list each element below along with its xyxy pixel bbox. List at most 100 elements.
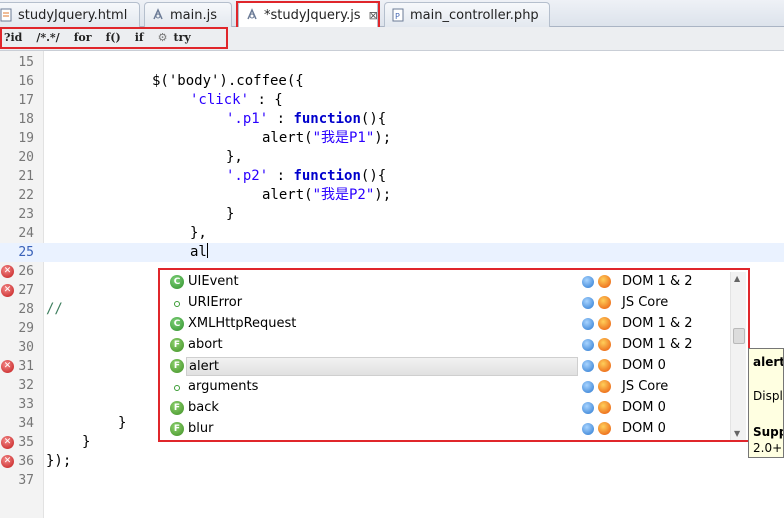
code-text: }: [226, 206, 235, 222]
completion-item[interactable]: arguments JS Core: [162, 377, 732, 398]
line-number: 28: [18, 302, 34, 317]
code-line: 21 '.p2' : function(){: [0, 167, 784, 186]
code-comment: //: [46, 301, 63, 317]
line-number: 24: [18, 226, 34, 241]
tab-label: main.js: [170, 7, 217, 23]
completion-item[interactable]: Fabort DOM 1 & 2: [162, 335, 732, 356]
js-file-icon: [245, 8, 259, 22]
completion-item-name: UIEvent: [188, 274, 239, 289]
template-gear-icon[interactable]: ⚙: [158, 31, 168, 44]
code-text: });: [46, 453, 72, 469]
completion-item-library: DOM 0: [622, 358, 666, 373]
tab-studyjquery-html[interactable]: studyJquery.html: [0, 2, 140, 27]
code-line: 22 alert("我是P2");: [0, 186, 784, 205]
code-text: 'click' : {: [190, 92, 283, 108]
tab-label: studyJquery.html: [18, 7, 128, 23]
completion-item-library: JS Core: [622, 295, 669, 310]
template-for[interactable]: for: [74, 31, 92, 44]
line-number: 34: [18, 416, 34, 431]
template-id[interactable]: ?id: [4, 31, 22, 44]
class-icon: C: [170, 317, 184, 331]
tab-studyjquery-js[interactable]: *studyJquery.js ⊠: [238, 1, 378, 28]
template-function[interactable]: f(): [106, 31, 121, 44]
ie-browser-icon: [582, 402, 594, 414]
doc-title: alert: [753, 355, 784, 369]
firefox-browser-icon: [598, 275, 611, 288]
line-number: 35: [18, 435, 34, 450]
completion-item[interactable]: C UIEvent DOM 1 & 2: [162, 272, 732, 293]
code-text: alert("我是P1");: [262, 130, 392, 146]
code-text: },: [190, 225, 207, 241]
template-comment[interactable]: /*.*/: [36, 31, 59, 44]
line-number: 17: [18, 93, 34, 108]
line-number: 26: [18, 264, 34, 279]
template-if[interactable]: if: [135, 31, 144, 44]
code-text: '.p2' : function(){: [226, 168, 387, 184]
property-icon: [174, 301, 180, 307]
code-line: 20 },: [0, 148, 784, 167]
scroll-up-icon[interactable]: ▲: [734, 274, 740, 283]
ie-browser-icon: [582, 360, 594, 372]
editor-tab-bar: studyJquery.html main.js *studyJquery.js…: [0, 0, 784, 28]
completion-item-library: DOM 1 & 2: [622, 274, 693, 289]
completion-item[interactable]: Fblur DOM 0: [162, 419, 732, 440]
line-number: 19: [18, 131, 34, 146]
completion-item-name: blur: [188, 421, 214, 436]
ie-browser-icon: [582, 381, 594, 393]
scroll-thumb[interactable]: [733, 328, 745, 344]
line-number: 18: [18, 112, 34, 127]
completion-item[interactable]: Fback DOM 0: [162, 398, 732, 419]
line-number: 30: [18, 340, 34, 355]
ie-browser-icon: [582, 297, 594, 309]
tab-main-js[interactable]: main.js: [144, 2, 232, 27]
line-number: 36: [18, 454, 34, 469]
template-try[interactable]: try: [174, 31, 191, 44]
content-assist-popup[interactable]: C UIEvent DOM 1 & 2 URIError JS Core C XMLHttp…: [158, 268, 750, 442]
completion-item-name: XMLHttpRequest: [188, 316, 297, 331]
html-file-icon: [0, 8, 13, 22]
scroll-down-icon[interactable]: ▼: [734, 429, 740, 438]
line-number: 25: [18, 245, 34, 260]
completion-item-name: alert: [186, 357, 578, 376]
completion-item[interactable]: Falert DOM 0: [162, 356, 732, 377]
code-text: alert("我是P2");: [262, 187, 392, 203]
firefox-browser-icon: [598, 401, 611, 414]
template-items: ?id /*.*/ for f() if ⚙ try: [4, 31, 205, 44]
completion-doc-popup: alert Displa Suppo 2.0+,: [748, 348, 784, 458]
completion-item[interactable]: URIError JS Core: [162, 293, 732, 314]
line-number: 27: [18, 283, 34, 298]
completion-item[interactable]: C XMLHttpRequest DOM 1 & 2: [162, 314, 732, 335]
line-number: 15: [18, 55, 34, 70]
firefox-browser-icon: [598, 317, 611, 330]
completion-item-library: DOM 0: [622, 421, 666, 436]
completion-item-name: URIError: [188, 295, 243, 310]
code-line: 17 'click' : {: [0, 91, 784, 110]
line-number: 20: [18, 150, 34, 165]
firefox-browser-icon: [598, 338, 611, 351]
close-tab-icon[interactable]: ⊠: [369, 9, 378, 22]
completion-list[interactable]: C UIEvent DOM 1 & 2 URIError JS Core C XMLHttp…: [162, 272, 744, 440]
doc-support-label: Suppo: [753, 425, 783, 439]
function-icon: F: [170, 338, 184, 352]
code-line: ✕ 36 });: [0, 452, 784, 471]
code-text: '.p1' : function(){: [226, 111, 387, 127]
completion-scrollbar[interactable]: ▲ ▼: [730, 272, 746, 440]
current-code-line: 25 al: [0, 243, 784, 262]
property-icon: [174, 385, 180, 391]
code-line: 15: [0, 53, 784, 72]
svg-text:P: P: [395, 12, 400, 21]
code-line: 16 $('body').coffee({: [0, 72, 784, 91]
tab-main-controller-php[interactable]: P main_controller.php: [384, 2, 550, 27]
tab-label: *studyJquery.js: [264, 7, 361, 23]
ie-browser-icon: [582, 423, 594, 435]
code-line: 18 '.p1' : function(){: [0, 110, 784, 129]
line-number: 23: [18, 207, 34, 222]
line-number: 16: [18, 74, 34, 89]
completion-item-name: back: [188, 400, 219, 415]
doc-description: Displa: [753, 389, 783, 403]
firefox-browser-icon: [598, 380, 611, 393]
code-text: }: [82, 434, 91, 450]
firefox-browser-icon: [598, 359, 611, 372]
code-text: $('body').coffee({: [152, 73, 304, 89]
text-caret: [206, 243, 208, 258]
